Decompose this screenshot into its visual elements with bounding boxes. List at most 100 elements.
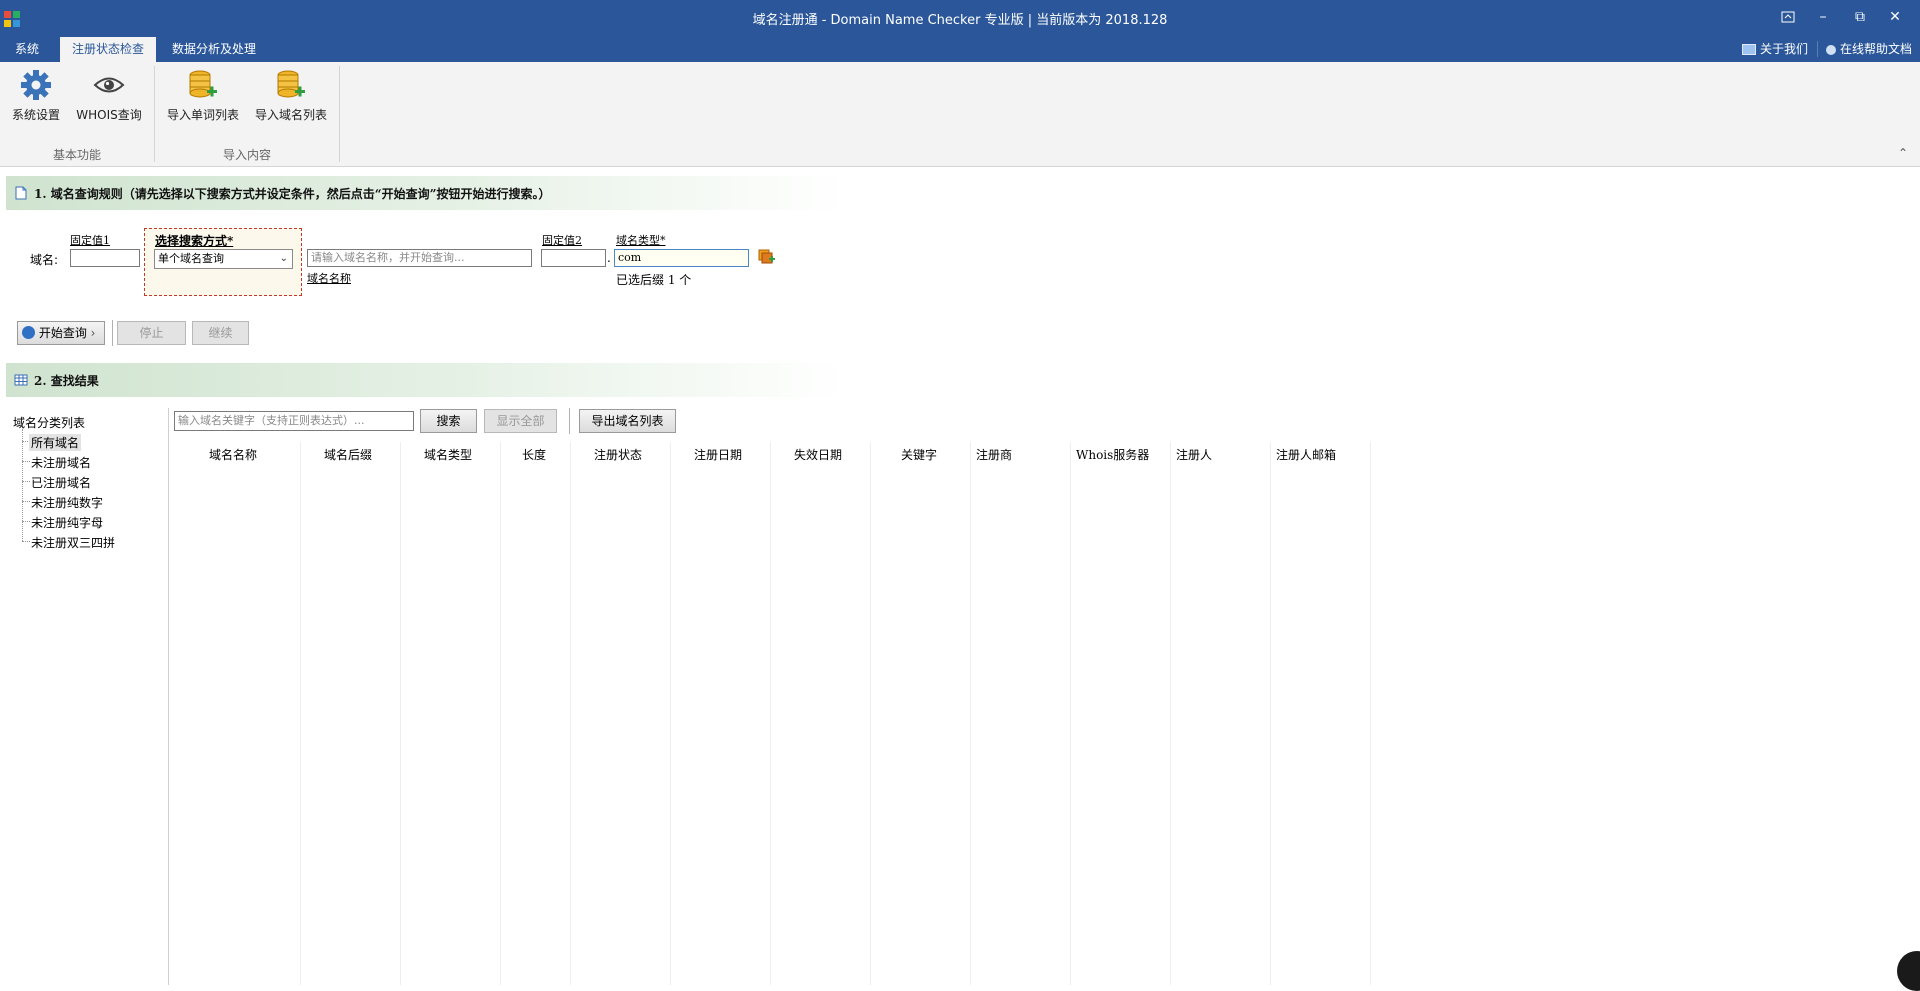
domain-label: 域名:: [30, 253, 59, 267]
close-icon[interactable]: ✕: [1880, 6, 1910, 28]
group-separator: [339, 66, 340, 162]
maximize-icon[interactable]: ⧉: [1845, 6, 1875, 28]
col-expiry-date[interactable]: 失效日期: [794, 446, 842, 463]
tree-root: 域名分类列表: [13, 416, 86, 430]
whois-query-button[interactable]: WHOIS查询: [74, 68, 144, 138]
section2-title: 2. 查找结果: [34, 374, 99, 388]
play-icon: [22, 326, 35, 339]
monitor-icon: [1742, 44, 1756, 55]
col-registration-date[interactable]: 注册日期: [694, 446, 742, 463]
toolbar-separator: [112, 320, 113, 346]
toolbar-separator: [569, 408, 570, 434]
tree-item-unregistered-alpha[interactable]: 未注册纯字母: [31, 514, 103, 531]
selected-suffix-count: 已选后缀 1 个: [616, 273, 692, 287]
help-separator: [1817, 41, 1818, 57]
section1-title: 1. 域名查询规则（请先选择以下搜索方式并设定条件，然后点击“开始查询”按钮开始…: [34, 187, 551, 201]
col-whois-server[interactable]: Whois服务器: [1076, 446, 1149, 463]
col-divider: [400, 442, 401, 985]
start-query-label: 开始查询: [38, 326, 87, 340]
col-divider: [870, 442, 871, 985]
about-us-label: 关于我们: [1760, 42, 1809, 56]
col-divider: [500, 442, 501, 985]
domain-name-input[interactable]: 请输入域名名称，并开始查询...: [307, 249, 532, 267]
online-help-link[interactable]: 在线帮助文档: [1826, 37, 1912, 62]
tree-branch: [22, 481, 30, 482]
col-divider: [670, 442, 671, 985]
col-divider: [300, 442, 301, 985]
section1-header: 1. 域名查询规则（请先选择以下搜索方式并设定条件，然后点击“开始查询”按钮开始…: [6, 176, 846, 210]
database-add-icon: [189, 70, 217, 98]
col-domain-type[interactable]: 域名类型: [424, 446, 472, 463]
tree-branch: [22, 521, 30, 522]
tree-branch: [22, 461, 30, 462]
search-mode-dropdown[interactable]: 单个域名查询 ⌄: [154, 249, 293, 269]
search-button[interactable]: 搜索: [420, 409, 477, 433]
fixed-value2-input[interactable]: [541, 249, 606, 267]
floating-assistant-icon[interactable]: [1897, 951, 1920, 991]
fixed-value2-label: 固定值2: [542, 234, 582, 247]
col-divider: [1370, 442, 1371, 985]
tab-data-analysis[interactable]: 数据分析及处理: [160, 37, 268, 62]
fixed-value1-label: 固定值1: [70, 234, 110, 247]
col-registrant[interactable]: 注册人: [1176, 446, 1212, 463]
tree-item-unregistered-numeric[interactable]: 未注册纯数字: [31, 494, 103, 511]
table-icon: [14, 374, 28, 386]
about-us-link[interactable]: 关于我们: [1742, 37, 1808, 62]
domain-name-label: 域名名称: [307, 272, 351, 285]
eye-icon: [93, 77, 125, 93]
group-import-content: 导入内容: [222, 148, 271, 162]
section2-header: 2. 查找结果: [6, 363, 846, 397]
select-suffix-icon[interactable]: [758, 248, 776, 266]
window-title: 域名注册通 - Domain Name Checker 专业版 | 当前版本为 …: [752, 13, 1168, 28]
chevron-down-icon: ⌄: [279, 253, 288, 264]
restore-special-icon[interactable]: [1773, 6, 1803, 28]
col-length[interactable]: 长度: [522, 446, 546, 463]
people-icon: [1826, 44, 1836, 55]
search-mode-box: 选择搜索方式* 单个域名查询 ⌄: [144, 228, 302, 296]
col-registrar[interactable]: 注册商: [976, 446, 1012, 463]
tree-item-registered[interactable]: 已注册域名: [31, 474, 91, 491]
system-settings-button[interactable]: 系统设置: [10, 68, 62, 138]
tree-branch: [22, 541, 30, 542]
minimize-icon[interactable]: –: [1808, 6, 1838, 28]
system-settings-label: 系统设置: [11, 108, 60, 122]
import-word-list-button[interactable]: 导入单词列表: [165, 68, 241, 138]
start-query-button[interactable]: 开始查询 ›: [17, 321, 105, 345]
tree-item-unregistered[interactable]: 未注册域名: [31, 454, 91, 471]
tree-item-unregistered-pinyin[interactable]: 未注册双三四拼: [31, 534, 115, 551]
stop-button[interactable]: 停止: [117, 321, 186, 345]
col-divider: [970, 442, 971, 985]
col-domain-name[interactable]: 域名名称: [209, 446, 257, 463]
tree-item-all-domains[interactable]: 所有域名: [29, 434, 82, 451]
col-divider: [570, 442, 571, 985]
tree-branch: [22, 501, 30, 502]
search-mode-value: 单个域名查询: [158, 252, 224, 265]
domain-type-input[interactable]: com: [614, 249, 749, 267]
export-domain-list-button[interactable]: 导出域名列表: [579, 409, 676, 433]
dot-separator: .: [607, 251, 611, 265]
domain-type-label: 域名类型*: [616, 234, 666, 247]
col-registration-status[interactable]: 注册状态: [594, 446, 642, 463]
whois-query-label: WHOIS查询: [76, 108, 142, 122]
continue-button[interactable]: 继续: [192, 321, 249, 345]
gear-icon: [21, 70, 51, 100]
collapse-ribbon-icon[interactable]: ⌃: [1898, 146, 1908, 160]
fixed-value1-input[interactable]: [70, 249, 140, 267]
ribbon: 系统设置 WHOIS查询 基本功能 导入单词列表 导入域名列表 导入内容 ⌃: [0, 62, 1920, 167]
search-mode-label: 选择搜索方式*: [155, 234, 234, 248]
result-search-input[interactable]: 输入域名关键字（支持正则表达式）...: [174, 411, 414, 431]
col-domain-suffix[interactable]: 域名后缀: [324, 446, 372, 463]
show-all-button[interactable]: 显示全部: [484, 409, 557, 433]
chevron-right-icon: ›: [90, 326, 96, 340]
col-registrant-email[interactable]: 注册人邮箱: [1276, 446, 1336, 463]
col-keyword[interactable]: 关键字: [901, 446, 937, 463]
tab-system[interactable]: 系统: [3, 37, 51, 62]
document-icon: [15, 186, 27, 200]
import-domain-list-button[interactable]: 导入域名列表: [253, 68, 329, 138]
tab-registration-check[interactable]: 注册状态检查: [60, 37, 157, 62]
import-word-list-label: 导入单词列表: [166, 108, 239, 122]
panel-divider[interactable]: [168, 408, 169, 985]
col-divider: [1170, 442, 1171, 985]
col-divider: [770, 442, 771, 985]
import-domain-list-label: 导入域名列表: [254, 108, 327, 122]
